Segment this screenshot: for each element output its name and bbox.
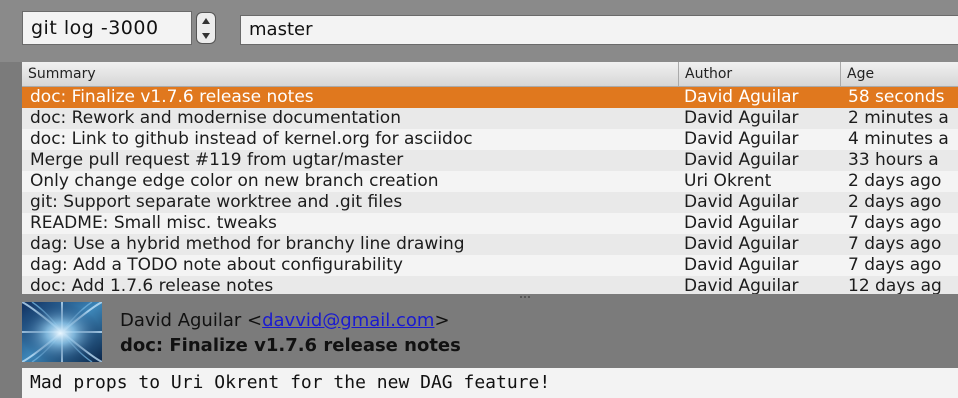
- table-row[interactable]: doc: Rework and modernise documentation D…: [22, 108, 958, 129]
- author-name: David Aguilar: [120, 310, 242, 331]
- author-cell: David Aguilar: [684, 150, 799, 170]
- table-row[interactable]: git: Support separate worktree and .git …: [22, 192, 958, 213]
- git-dag-window: git log -3000 master Summary Author Age …: [0, 0, 958, 398]
- commit-log-table[interactable]: Summary Author Age doc: Finalize v1.7.6 …: [22, 62, 958, 294]
- table-row[interactable]: Only change edge color on new branch cre…: [22, 171, 958, 192]
- column-header-author[interactable]: Author: [678, 62, 840, 86]
- summary-cell: Only change edge color on new branch cre…: [30, 171, 439, 191]
- summary-cell: doc: Add 1.7.6 release notes: [30, 276, 274, 294]
- age-cell: 58 seconds: [848, 87, 945, 107]
- author-cell: David Aguilar: [684, 192, 799, 212]
- author-cell: David Aguilar: [684, 234, 799, 254]
- author-cell: David Aguilar: [684, 129, 799, 149]
- age-cell: 4 minutes a: [848, 129, 949, 149]
- table-row[interactable]: README: Small misc. tweaks David Aguilar 7…: [22, 213, 958, 234]
- author-cell: David Aguilar: [684, 213, 799, 233]
- summary-cell: doc: Finalize v1.7.6 release notes: [30, 87, 314, 107]
- revision-input[interactable]: git log -3000: [22, 11, 192, 45]
- author-email-link[interactable]: davvid@gmail.com: [262, 310, 434, 331]
- toolbar: git log -3000 master: [0, 0, 958, 62]
- max-count-spinner[interactable]: [196, 12, 216, 44]
- age-cell: 2 days ago: [848, 192, 942, 212]
- summary-cell: Merge pull request #119 from ugtar/maste…: [30, 150, 404, 170]
- author-cell: David Aguilar: [684, 108, 799, 128]
- summary-cell: dag: Add a TODO note about configurabili…: [30, 255, 403, 275]
- table-row[interactable]: doc: Link to github instead of kernel.or…: [22, 129, 958, 150]
- spinner-up-icon[interactable]: [197, 13, 215, 28]
- author-cell: David Aguilar: [684, 87, 799, 107]
- table-row[interactable]: Merge pull request #119 from ugtar/maste…: [22, 150, 958, 171]
- table-header: Summary Author Age: [22, 62, 958, 87]
- spinner-down-icon[interactable]: [197, 28, 215, 43]
- summary-cell: doc: Link to github instead of kernel.or…: [30, 129, 473, 149]
- table-row[interactable]: doc: Finalize v1.7.6 release notes David …: [22, 87, 958, 108]
- commit-details: David Aguilar <davvid@gmail.com> doc: Fi…: [22, 298, 958, 366]
- age-cell: 12 days ag: [848, 276, 942, 294]
- summary-cell: dag: Use a hybrid method for branchy lin…: [30, 234, 465, 254]
- author-cell: David Aguilar: [684, 276, 799, 294]
- commit-message[interactable]: Mad props to Uri Okrent for the new DAG …: [22, 368, 958, 398]
- commit-subject: doc: Finalize v1.7.6 release notes: [120, 335, 461, 356]
- column-header-summary[interactable]: Summary: [22, 62, 678, 86]
- table-row[interactable]: dag: Use a hybrid method for branchy lin…: [22, 234, 958, 255]
- commit-rows: doc: Finalize v1.7.6 release notes David …: [22, 87, 958, 294]
- age-cell: 7 days ago: [848, 234, 942, 254]
- branch-input[interactable]: master: [240, 15, 958, 45]
- author-cell: David Aguilar: [684, 255, 799, 275]
- column-header-age[interactable]: Age: [840, 62, 958, 86]
- age-cell: 2 days ago: [848, 171, 942, 191]
- summary-cell: git: Support separate worktree and .git …: [30, 192, 403, 212]
- summary-cell: README: Small misc. tweaks: [30, 213, 277, 233]
- avatar: [22, 302, 102, 362]
- age-cell: 2 minutes a: [848, 108, 949, 128]
- table-row[interactable]: doc: Add 1.7.6 release notes David Aguila…: [22, 276, 958, 294]
- table-row[interactable]: dag: Add a TODO note about configurabili…: [22, 255, 958, 276]
- author-cell: Uri Okrent: [684, 171, 772, 191]
- age-cell: 33 hours a: [848, 150, 939, 170]
- age-cell: 7 days ago: [848, 255, 942, 275]
- commit-author: David Aguilar <davvid@gmail.com>: [120, 310, 450, 331]
- summary-cell: doc: Rework and modernise documentation: [30, 108, 401, 128]
- age-cell: 7 days ago: [848, 213, 942, 233]
